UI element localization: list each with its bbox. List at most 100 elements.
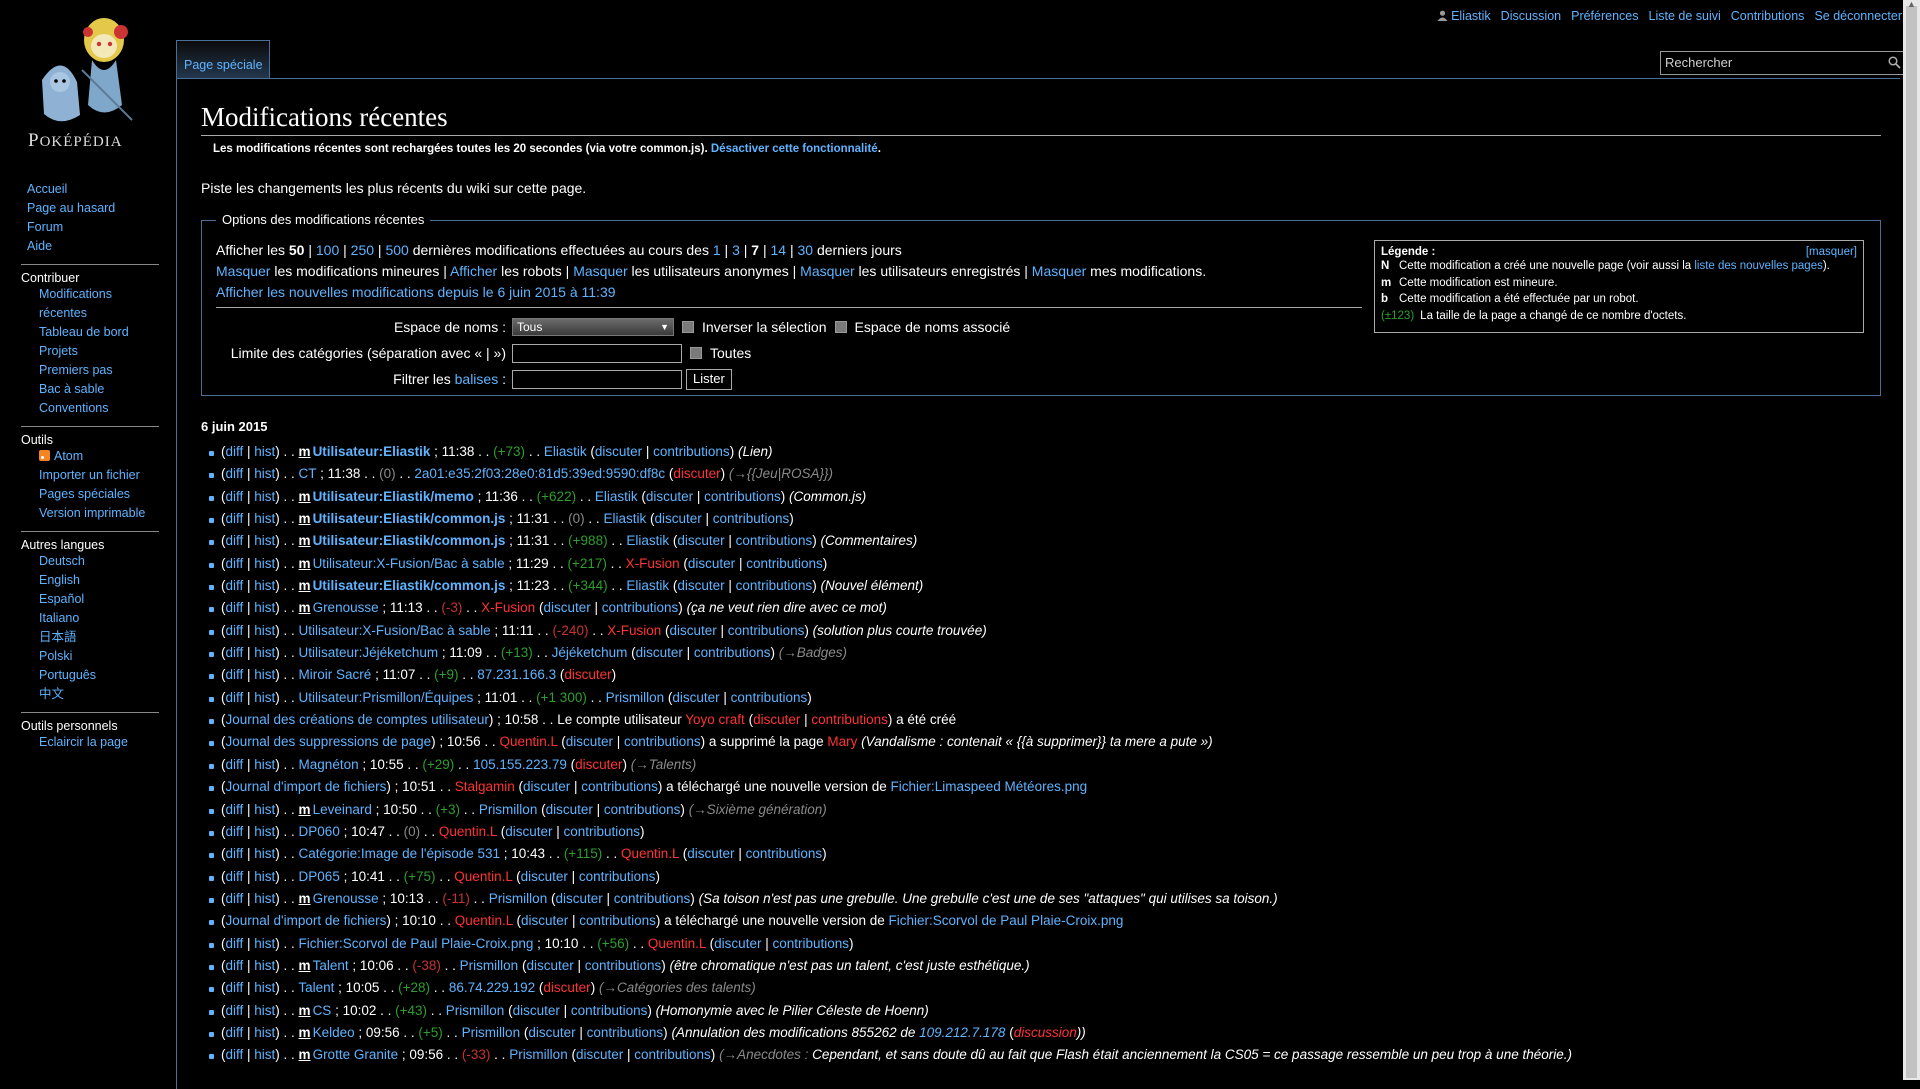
diff-link[interactable]: diff [226, 1047, 244, 1062]
section-link[interactable]: (→Anecdotes : [719, 1047, 808, 1062]
user-link[interactable]: Quentin.L [439, 824, 497, 839]
hide-legend-link[interactable]: [masquer] [1806, 246, 1857, 258]
contribs-link[interactable]: contributions [585, 958, 662, 973]
hist-link[interactable]: hist [254, 489, 275, 504]
hist-link[interactable]: hist [254, 1003, 275, 1018]
talk-link[interactable]: discuter [526, 958, 573, 973]
sidebar-link[interactable]: Projets [39, 342, 159, 361]
contribs-link[interactable]: contributions [713, 511, 790, 526]
page-link[interactable]: Leveinard [313, 802, 372, 817]
hist-link[interactable]: hist [254, 757, 275, 772]
page-link[interactable]: CT [299, 466, 317, 481]
user-link[interactable]: Prismillon [606, 690, 665, 705]
preferences-link[interactable]: Préférences [1571, 9, 1638, 23]
logout-link[interactable]: Se déconnecter [1814, 9, 1902, 23]
user-link[interactable]: X-Fusion [481, 600, 535, 615]
user-link[interactable]: Prismillon [460, 958, 519, 973]
diff-link[interactable]: diff [226, 869, 244, 884]
user-link[interactable]: X-Fusion [626, 556, 680, 571]
sidebar-item-3[interactable]: Aide [27, 237, 159, 256]
disable-reload-link[interactable]: Désactiver cette fonctionnalité [711, 143, 878, 155]
talk-link[interactable]: discuter [673, 466, 720, 481]
user-link[interactable]: 105.155.223.79 [473, 757, 567, 772]
user-link[interactable]: Jéjéketchum [552, 645, 628, 660]
search-input[interactable] [1661, 52, 1870, 72]
diff-link[interactable]: diff [226, 690, 244, 705]
summary-user-link[interactable]: 109.212.7.178 [919, 1025, 1005, 1040]
summary-talk-link[interactable]: discussion [1014, 1025, 1077, 1040]
section-link[interactable]: (→{{Jeu|ROSA}}) [729, 466, 833, 481]
talk-link[interactable]: discuter [677, 578, 724, 593]
user-link[interactable]: 2a01:e35:2f03:28e0:81d5:39ed:9590:df8c [414, 466, 665, 481]
limit-500[interactable]: 500 [385, 242, 408, 258]
diff-link[interactable]: diff [226, 891, 244, 906]
show-bots-link[interactable]: Afficher [450, 263, 497, 279]
sidebar-item-2[interactable]: Forum [27, 218, 159, 237]
diff-link[interactable]: diff [226, 1003, 244, 1018]
hist-link[interactable]: hist [254, 802, 275, 817]
log-link[interactable]: Journal des suppressions de page [226, 734, 432, 749]
section-link[interactable]: (→Talents) [631, 757, 697, 772]
hide-minor-link[interactable]: Masquer [216, 263, 270, 279]
talk-link[interactable]: discuter [521, 913, 568, 928]
user-link[interactable]: X-Fusion [607, 623, 661, 638]
sidebar-link[interactable]: English [39, 571, 159, 590]
talk-link[interactable]: discuter [654, 511, 701, 526]
contribs-link[interactable]: contributions [571, 1003, 648, 1018]
user-link[interactable]: Eliastik [544, 444, 587, 459]
limit-100[interactable]: 100 [316, 242, 339, 258]
talk-link[interactable]: discuter [505, 824, 552, 839]
category-input[interactable] [512, 343, 682, 363]
sidebar-link[interactable]: Modifications récentes [39, 285, 159, 323]
hist-link[interactable]: hist [254, 690, 275, 705]
diff-link[interactable]: diff [226, 466, 244, 481]
diff-link[interactable]: diff [226, 556, 244, 571]
hist-link[interactable]: hist [254, 869, 275, 884]
diff-link[interactable]: diff [226, 936, 244, 951]
user-link[interactable]: Quentin.L [499, 734, 557, 749]
contribs-link[interactable]: contributions [579, 869, 656, 884]
diff-link[interactable]: diff [226, 623, 244, 638]
hist-link[interactable]: hist [254, 533, 275, 548]
hide-anon-link[interactable]: Masquer [573, 263, 627, 279]
hist-link[interactable]: hist [254, 936, 275, 951]
contribs-link[interactable]: contributions [653, 444, 730, 459]
sidebar-link[interactable]: Italiano [39, 609, 159, 628]
hist-link[interactable]: hist [254, 623, 275, 638]
scrollbar-thumb[interactable] [1906, 6, 1917, 1078]
user-link[interactable]: Prismillon [479, 802, 538, 817]
diff-link[interactable]: diff [226, 489, 244, 504]
contributions-link[interactable]: Contributions [1731, 9, 1805, 23]
sidebar-link[interactable]: Conventions [39, 399, 159, 418]
contribs-link[interactable]: contributions [746, 846, 823, 861]
page-link[interactable]: Magnéton [299, 757, 359, 772]
section-link[interactable]: (→Badges) [779, 645, 847, 660]
section-link[interactable]: (→Sixième génération) [689, 802, 827, 817]
page-link[interactable]: Utilisateur:Eliastik/memo [313, 489, 474, 504]
page-link[interactable]: Grenousse [313, 891, 379, 906]
user-link[interactable]: Eliastik [603, 511, 646, 526]
user-link[interactable]: Prismillon [509, 1047, 568, 1062]
talk-link[interactable]: discuter [575, 757, 622, 772]
hist-link[interactable]: hist [254, 645, 275, 660]
log-link[interactable]: Journal des créations de comptes utilisa… [226, 712, 489, 727]
discussion-link[interactable]: Discussion [1501, 9, 1561, 23]
section-link[interactable]: (→Catégories des talents) [599, 980, 756, 995]
diff-link[interactable]: diff [226, 824, 244, 839]
page-link[interactable]: Grotte Granite [313, 1047, 399, 1062]
talk-link[interactable]: discuter [576, 1047, 623, 1062]
hist-link[interactable]: hist [254, 846, 275, 861]
contribs-link[interactable]: contributions [581, 779, 658, 794]
new-since-link[interactable]: Afficher les nouvelles modifications dep… [216, 284, 616, 300]
hist-link[interactable]: hist [254, 667, 275, 682]
contribs-link[interactable]: contributions [772, 936, 849, 951]
hist-link[interactable]: hist [254, 1047, 275, 1062]
sidebar-link[interactable]: Importer un fichier [39, 466, 159, 485]
user-link[interactable]: Prismillon [462, 1025, 521, 1040]
talk-link[interactable]: discuter [513, 1003, 560, 1018]
talk-link[interactable]: discuter [523, 779, 570, 794]
user-link[interactable]: Prismillon [489, 891, 548, 906]
sidebar-link[interactable]: Premiers pas [39, 361, 159, 380]
contribs-link[interactable]: contributions [604, 802, 681, 817]
contribs-link[interactable]: contributions [563, 824, 640, 839]
